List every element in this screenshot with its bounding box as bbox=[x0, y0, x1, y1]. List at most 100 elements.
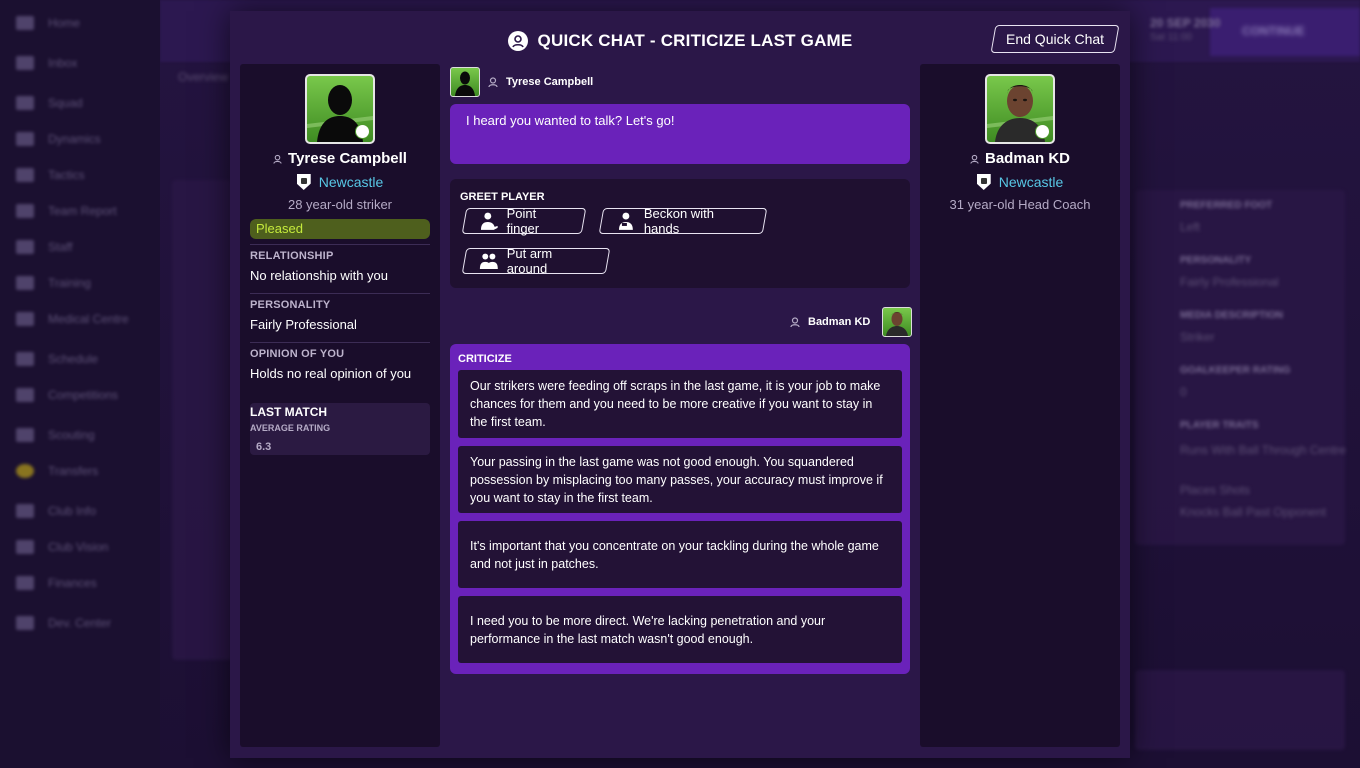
greet-player-panel: GREET PLAYER Point finger Beckon with ha… bbox=[450, 179, 910, 288]
bg-nav-item: Training bbox=[16, 274, 91, 292]
bg-label: GOALKEEPER RATING bbox=[1180, 365, 1291, 376]
player-club[interactable]: Newcastle bbox=[240, 174, 440, 190]
competitions-icon bbox=[16, 388, 34, 402]
criticize-option-directness[interactable]: I need you to be more direct. We're lack… bbox=[458, 596, 902, 663]
player-mini-avatar bbox=[450, 67, 480, 97]
scouting-icon bbox=[16, 428, 34, 442]
bg-label: PREFERRED FOOT bbox=[1180, 200, 1273, 211]
bg-value: Striker bbox=[1180, 330, 1215, 344]
bg-nav-item: Squad bbox=[16, 94, 83, 112]
club-crest-icon bbox=[976, 174, 991, 190]
personality-value: Fairly Professional bbox=[250, 317, 357, 332]
transfers-icon bbox=[16, 464, 34, 478]
put-arm-around-button[interactable]: Put arm around bbox=[461, 246, 611, 276]
player-chat-header: Tyrese Campbell bbox=[450, 67, 593, 97]
person-icon bbox=[273, 154, 282, 164]
bg-label: PERSONALITY bbox=[1180, 255, 1252, 266]
player-avatar[interactable] bbox=[305, 74, 375, 144]
modal-title-text: QUICK CHAT - CRITICIZE LAST GAME bbox=[537, 31, 853, 50]
end-quick-chat-button[interactable]: End Quick Chat bbox=[990, 25, 1120, 53]
inbox-icon bbox=[16, 56, 34, 70]
tactics-icon bbox=[16, 168, 34, 182]
opinion-label: OPINION OF YOU bbox=[250, 348, 345, 360]
coach-chat-name: Badman KD bbox=[808, 316, 871, 328]
bg-left-panel bbox=[172, 180, 232, 660]
opinion-value: Holds no real opinion of you bbox=[250, 366, 412, 381]
bg-nav-item: Team Report bbox=[16, 202, 117, 220]
personality-label: PERSONALITY bbox=[250, 299, 331, 311]
point-finger-button[interactable]: Point finger bbox=[461, 206, 587, 236]
bg-value: Runs With Ball Through Centre bbox=[1180, 443, 1346, 457]
beckon-hands-icon bbox=[618, 212, 633, 230]
coach-avatar[interactable] bbox=[985, 74, 1055, 144]
bg-nav-item: Medical Centre bbox=[16, 310, 129, 328]
team-report-icon bbox=[16, 204, 34, 218]
coach-status-icon bbox=[1035, 124, 1050, 139]
player-status-icon bbox=[355, 124, 370, 139]
criticize-option-tackling[interactable]: It's important that you concentrate on y… bbox=[458, 521, 902, 588]
person-icon bbox=[970, 154, 979, 164]
divider bbox=[250, 342, 430, 343]
person-icon bbox=[488, 77, 498, 87]
coach-mini-avatar bbox=[882, 307, 913, 337]
bg-overview-tab: Overview bbox=[178, 70, 229, 84]
greet-player-title: GREET PLAYER bbox=[460, 191, 545, 203]
player-name: Tyrese Campbell bbox=[240, 150, 440, 167]
squad-icon bbox=[16, 96, 34, 110]
divider bbox=[250, 244, 430, 245]
home-icon bbox=[16, 16, 34, 30]
bg-value: 0 bbox=[1180, 385, 1187, 399]
point-finger-icon bbox=[480, 212, 498, 230]
finances-icon bbox=[16, 576, 34, 590]
coach-name: Badman KD bbox=[920, 150, 1120, 167]
club-crest-icon bbox=[296, 174, 311, 190]
bg-label: PLAYER TRAITS bbox=[1180, 420, 1259, 431]
coach-panel: Badman KD Newcastle 31 year-old Head Coa… bbox=[920, 64, 1120, 747]
bg-nav-item: Home bbox=[16, 14, 80, 32]
training-icon bbox=[16, 276, 34, 290]
bg-nav-item: Tactics bbox=[16, 166, 85, 184]
criticize-option-creativity[interactable]: Our strikers were feeding off scraps in … bbox=[458, 370, 902, 438]
player-mood-badge: Pleased bbox=[250, 219, 430, 239]
bg-nav-item: Transfers bbox=[16, 462, 98, 480]
dev-center-icon bbox=[16, 616, 34, 630]
bg-nav-item: Club Vision bbox=[16, 538, 108, 556]
bg-nav-item: Finances bbox=[16, 574, 97, 592]
bg-date: 20 SEP 2030 bbox=[1150, 16, 1221, 30]
personality-block: PERSONALITY Fairly Professional bbox=[250, 299, 430, 332]
bg-nav-item: Scouting bbox=[16, 426, 95, 444]
quick-chat-modal: QUICK CHAT - CRITICIZE LAST GAME End Qui… bbox=[230, 11, 1130, 758]
bg-nav-item: Club Info bbox=[16, 502, 96, 520]
criticize-option-passing[interactable]: Your passing in the last game was not go… bbox=[458, 446, 902, 513]
background-continue-button: CONTINUE bbox=[1210, 8, 1360, 56]
club-info-icon bbox=[16, 504, 34, 518]
continue-label: CONTINUE bbox=[1242, 24, 1305, 38]
bg-label: MEDIA DESCRIPTION bbox=[1180, 310, 1283, 321]
player-age-role: 28 year-old striker bbox=[287, 197, 393, 212]
relationship-label: RELATIONSHIP bbox=[250, 250, 334, 262]
criticize-title: CRITICIZE bbox=[458, 353, 512, 365]
coach-club[interactable]: Newcastle bbox=[920, 174, 1120, 190]
bg-value: Places Shots bbox=[1180, 483, 1251, 497]
beckon-with-hands-button[interactable]: Beckon with hands bbox=[598, 206, 768, 236]
player-message-bubble: I heard you wanted to talk? Let's go! bbox=[450, 104, 910, 164]
coach-age-role: 31 year-old Head Coach bbox=[949, 197, 1091, 212]
bg-right-bottom-panel bbox=[1135, 670, 1345, 750]
last-match-label: LAST MATCH bbox=[250, 405, 328, 419]
club-vision-icon bbox=[16, 540, 34, 554]
person-icon bbox=[790, 317, 800, 327]
arm-around-icon bbox=[479, 253, 498, 270]
bg-value: Knocks Ball Past Opponent bbox=[1180, 505, 1327, 519]
average-rating-label: AVERAGE RATING bbox=[250, 423, 331, 433]
bg-nav-item: Staff bbox=[16, 238, 72, 256]
relationship-value: No relationship with you bbox=[250, 268, 389, 283]
player-chat-name: Tyrese Campbell bbox=[506, 76, 594, 88]
bg-date-sub: Sat 11:00 bbox=[1150, 32, 1193, 43]
bg-value: Left bbox=[1180, 220, 1201, 234]
quick-chat-icon bbox=[507, 31, 528, 51]
opinion-block: OPINION OF YOU Holds no real opinion of … bbox=[250, 348, 430, 381]
schedule-icon bbox=[16, 352, 34, 366]
bg-nav-item: Competitions bbox=[16, 386, 118, 404]
criticize-panel: CRITICIZE Our strikers were feeding off … bbox=[450, 344, 910, 674]
relationship-block: RELATIONSHIP No relationship with you bbox=[250, 250, 430, 283]
